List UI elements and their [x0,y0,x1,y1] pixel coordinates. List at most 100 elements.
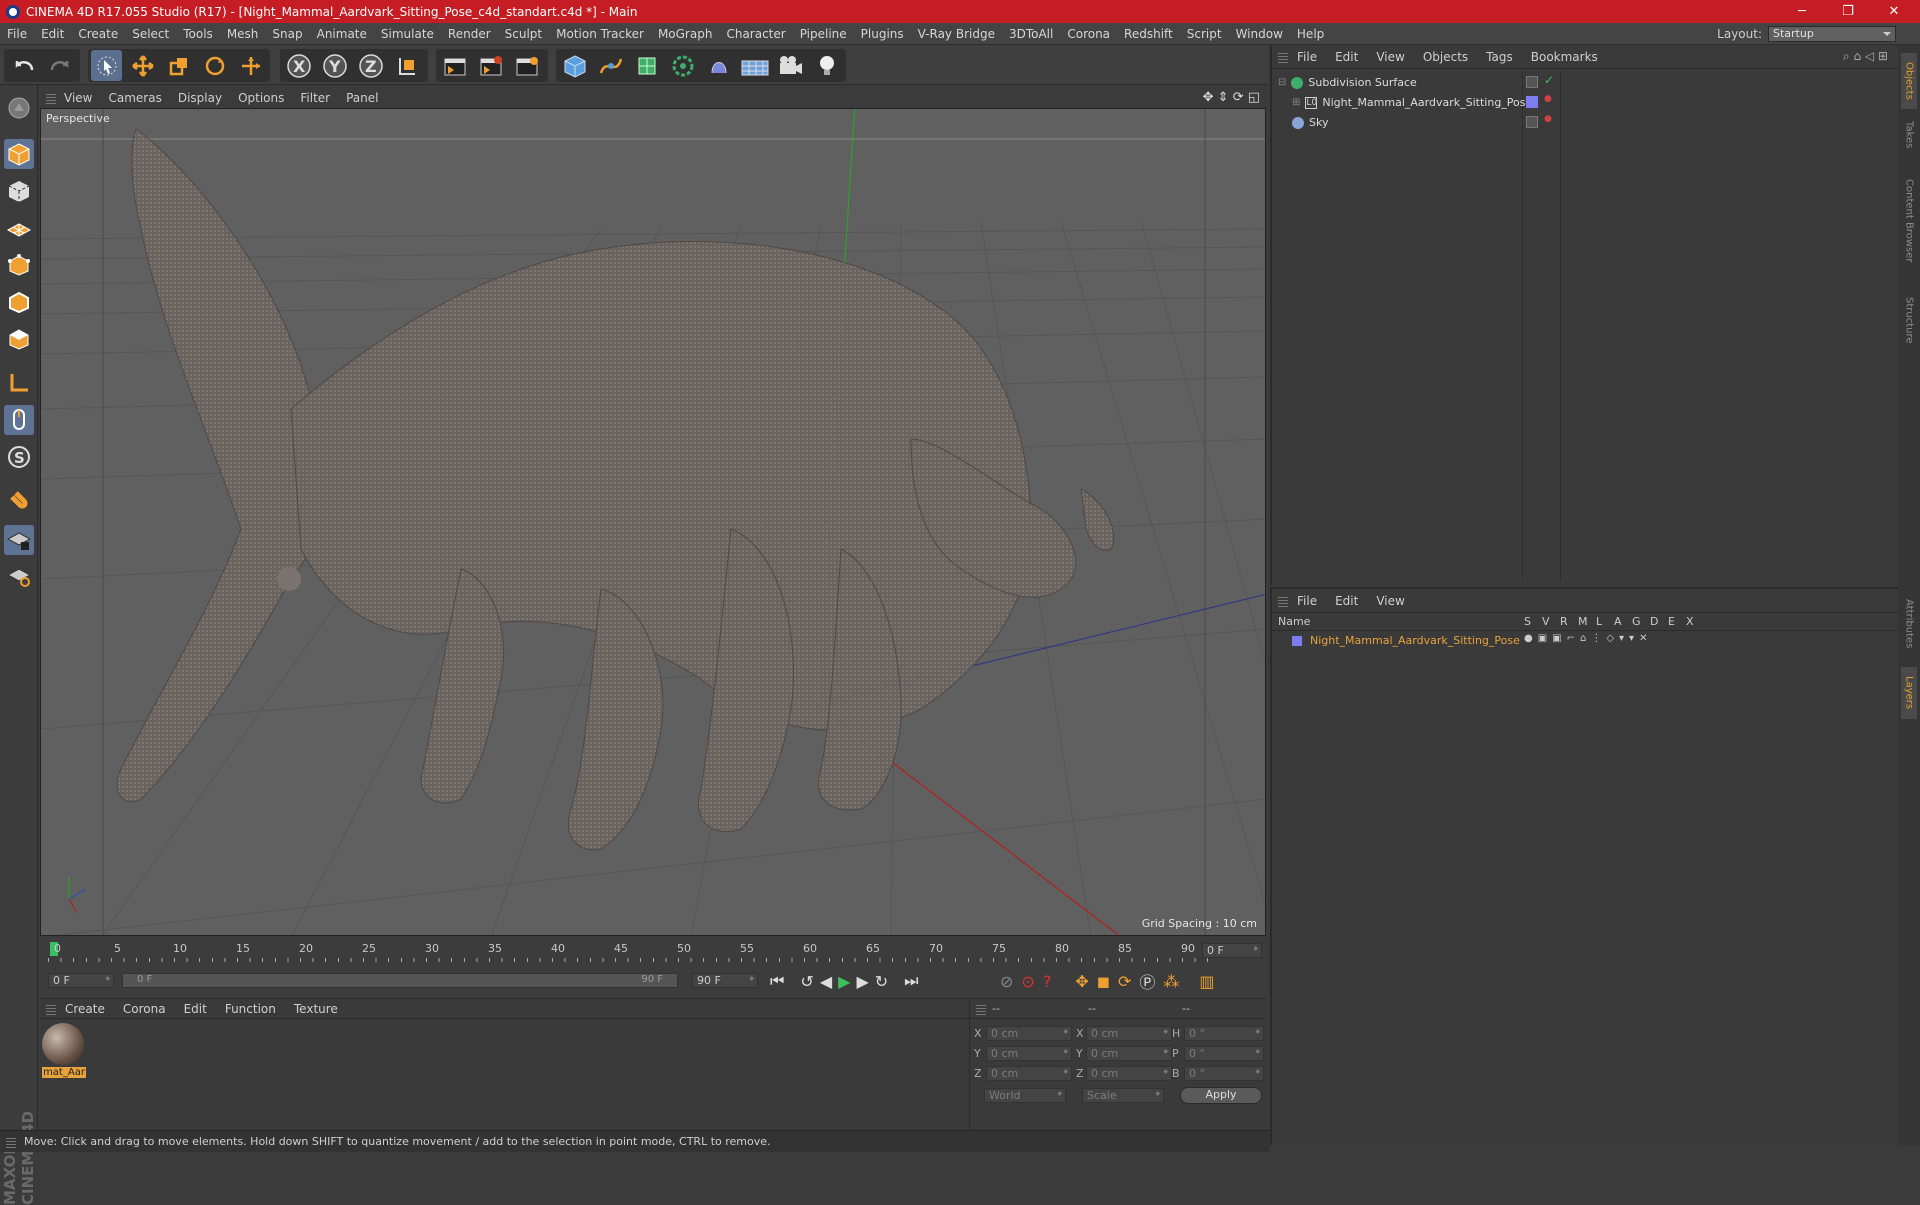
menu-sculpt[interactable]: Sculpt [498,27,549,41]
objects-grip[interactable] [1278,50,1288,63]
viewport-menu-filter[interactable]: Filter [292,91,338,105]
tweak-mode-icon[interactable] [4,405,34,435]
rotation-p-field[interactable]: 0 ° [1184,1046,1264,1061]
menu-pipeline[interactable]: Pipeline [793,27,854,41]
pen-spline-icon[interactable] [595,50,626,81]
rotate-icon[interactable] [199,50,230,81]
y-axis-icon[interactable]: Y [319,50,350,81]
3d-viewport[interactable]: Perspective Grid Spacing : 10 cm [40,108,1266,936]
menu-edit[interactable]: Edit [34,27,71,41]
layers-menu-view[interactable]: View [1367,594,1413,608]
points-mode-icon[interactable] [4,250,34,280]
undo-icon[interactable] [8,50,39,81]
menu-window[interactable]: Window [1229,27,1290,41]
make-editable-icon[interactable] [4,93,34,123]
live-selection-icon[interactable] [91,50,122,81]
objects-menu-bookmarks[interactable]: Bookmarks [1522,50,1607,64]
position-y-field[interactable]: 0 cm [986,1046,1072,1061]
prev-key-icon[interactable]: ↺ [800,972,813,991]
objects-search-icon[interactable]: ⌕ ⌂ ◁ ⊞ [1843,49,1888,64]
tab-content-browser[interactable]: Content Browser [1901,161,1917,281]
tab-attributes[interactable]: Attributes [1901,585,1917,663]
close-button[interactable]: ✕ [1872,0,1916,23]
objects-menu-objects[interactable]: Objects [1414,50,1477,64]
objects-menu-tags[interactable]: Tags [1477,50,1522,64]
menu-mesh[interactable]: Mesh [220,27,266,41]
menu-script[interactable]: Script [1180,27,1229,41]
locked-workplane-icon[interactable] [4,525,34,555]
rotation-b-field[interactable]: 0 ° [1184,1066,1264,1081]
menu-simulate[interactable]: Simulate [374,27,441,41]
object-row-sky[interactable]: Sky ● [1272,113,1898,132]
position-z-field[interactable]: 0 cm [986,1066,1072,1081]
key-rotation-icon[interactable]: ⟳ [1118,972,1131,991]
key-pla-icon[interactable]: ⁂ [1163,972,1179,991]
layers-menu-file[interactable]: File [1288,594,1326,608]
rotation-h-field[interactable]: 0 ° [1184,1026,1264,1041]
floor-icon[interactable] [739,50,770,81]
menu-character[interactable]: Character [719,27,792,41]
size-mode-dropdown[interactable]: Scale [1082,1088,1164,1103]
viewport-menu-panel[interactable]: Panel [338,91,386,105]
timeline-ruler[interactable]: 0 5 10 15 20 25 30 35 40 45 50 55 60 65 … [40,938,1266,964]
go-to-end-icon[interactable]: ⏭ [904,971,918,991]
menu-tools[interactable]: Tools [176,27,220,41]
menu-vray-bridge[interactable]: V-Ray Bridge [911,27,1002,41]
apply-button[interactable]: Apply [1180,1087,1262,1104]
menu-mograph[interactable]: MoGraph [651,27,720,41]
scale-icon[interactable] [163,50,194,81]
menu-plugins[interactable]: Plugins [854,27,911,41]
viewport-nav-icons[interactable]: ✥ ⇕ ⟳ ◱ [1203,90,1260,105]
key-position-icon[interactable]: ✥ [1075,972,1088,991]
layer-tag-icon[interactable] [1526,76,1538,88]
menu-select[interactable]: Select [125,27,176,41]
redo-icon[interactable] [44,50,75,81]
material-grip[interactable] [46,1002,56,1015]
coordinate-system-icon[interactable] [391,50,422,81]
play-icon[interactable]: ▶ [838,972,850,991]
object-row-subdivision[interactable]: ⊟ Subdivision Surface ✓ [1272,73,1898,92]
magnet-icon[interactable] [4,487,34,517]
axis-mode-icon[interactable] [4,368,34,398]
autokey-icon[interactable]: ⊙ [1021,972,1034,991]
visibility-dots-icon[interactable]: ● [1544,114,1552,124]
layer-row[interactable]: Night_Mammal_Aardvark_Sitting_Pose ●▣▣⌐⌂… [1272,632,1898,649]
position-x-field[interactable]: 0 cm [986,1026,1072,1041]
menu-corona[interactable]: Corona [1060,27,1117,41]
viewport-menu-cameras[interactable]: Cameras [100,91,169,105]
end-frame-field[interactable]: 90 F [692,973,758,988]
key-parameter-icon[interactable]: Ⓟ [1139,969,1155,993]
coords-grip[interactable] [976,1002,986,1015]
polygons-mode-icon[interactable] [4,324,34,354]
workplane-icon[interactable] [4,213,34,243]
menu-render[interactable]: Render [441,27,498,41]
material-menu-function[interactable]: Function [216,1002,285,1016]
subdivision-surface-icon[interactable] [631,50,662,81]
tab-layers[interactable]: Layers [1901,667,1917,719]
camera-icon[interactable] [775,50,806,81]
object-row-aardvark[interactable]: ⊞ L0 Night_Mammal_Aardvark_Sitting_Pose … [1272,93,1898,112]
cube-icon[interactable] [559,50,590,81]
render-settings-icon[interactable] [511,50,542,81]
go-to-start-icon[interactable]: ⏮ [770,971,784,991]
viewport-menu-options[interactable]: Options [230,91,292,105]
layer-color-icon[interactable] [1526,96,1538,108]
current-frame-field[interactable]: 0 F [1202,943,1262,958]
menu-file[interactable]: File [0,27,34,41]
viewport-grip[interactable] [46,92,56,104]
start-frame-field[interactable]: 0 F [48,973,114,988]
render-view-icon[interactable] [439,50,470,81]
layers-menu-edit[interactable]: Edit [1326,594,1367,608]
timeline-window-icon[interactable]: ▥ [1199,972,1214,991]
menu-help[interactable]: Help [1290,27,1331,41]
keyframe-help-icon[interactable]: ? [1043,972,1052,991]
tab-takes[interactable]: Takes [1901,113,1917,157]
tab-objects[interactable]: Objects [1901,53,1917,109]
size-x-field[interactable]: 0 cm [1086,1026,1172,1041]
next-key-icon[interactable]: ↻ [875,972,888,991]
menu-create[interactable]: Create [71,27,125,41]
material-menu-texture[interactable]: Texture [285,1002,347,1016]
record-keys-icon[interactable]: ⊘ [1000,972,1013,991]
layers-grip[interactable] [1278,594,1288,607]
layer-color-icon[interactable] [1292,635,1302,646]
